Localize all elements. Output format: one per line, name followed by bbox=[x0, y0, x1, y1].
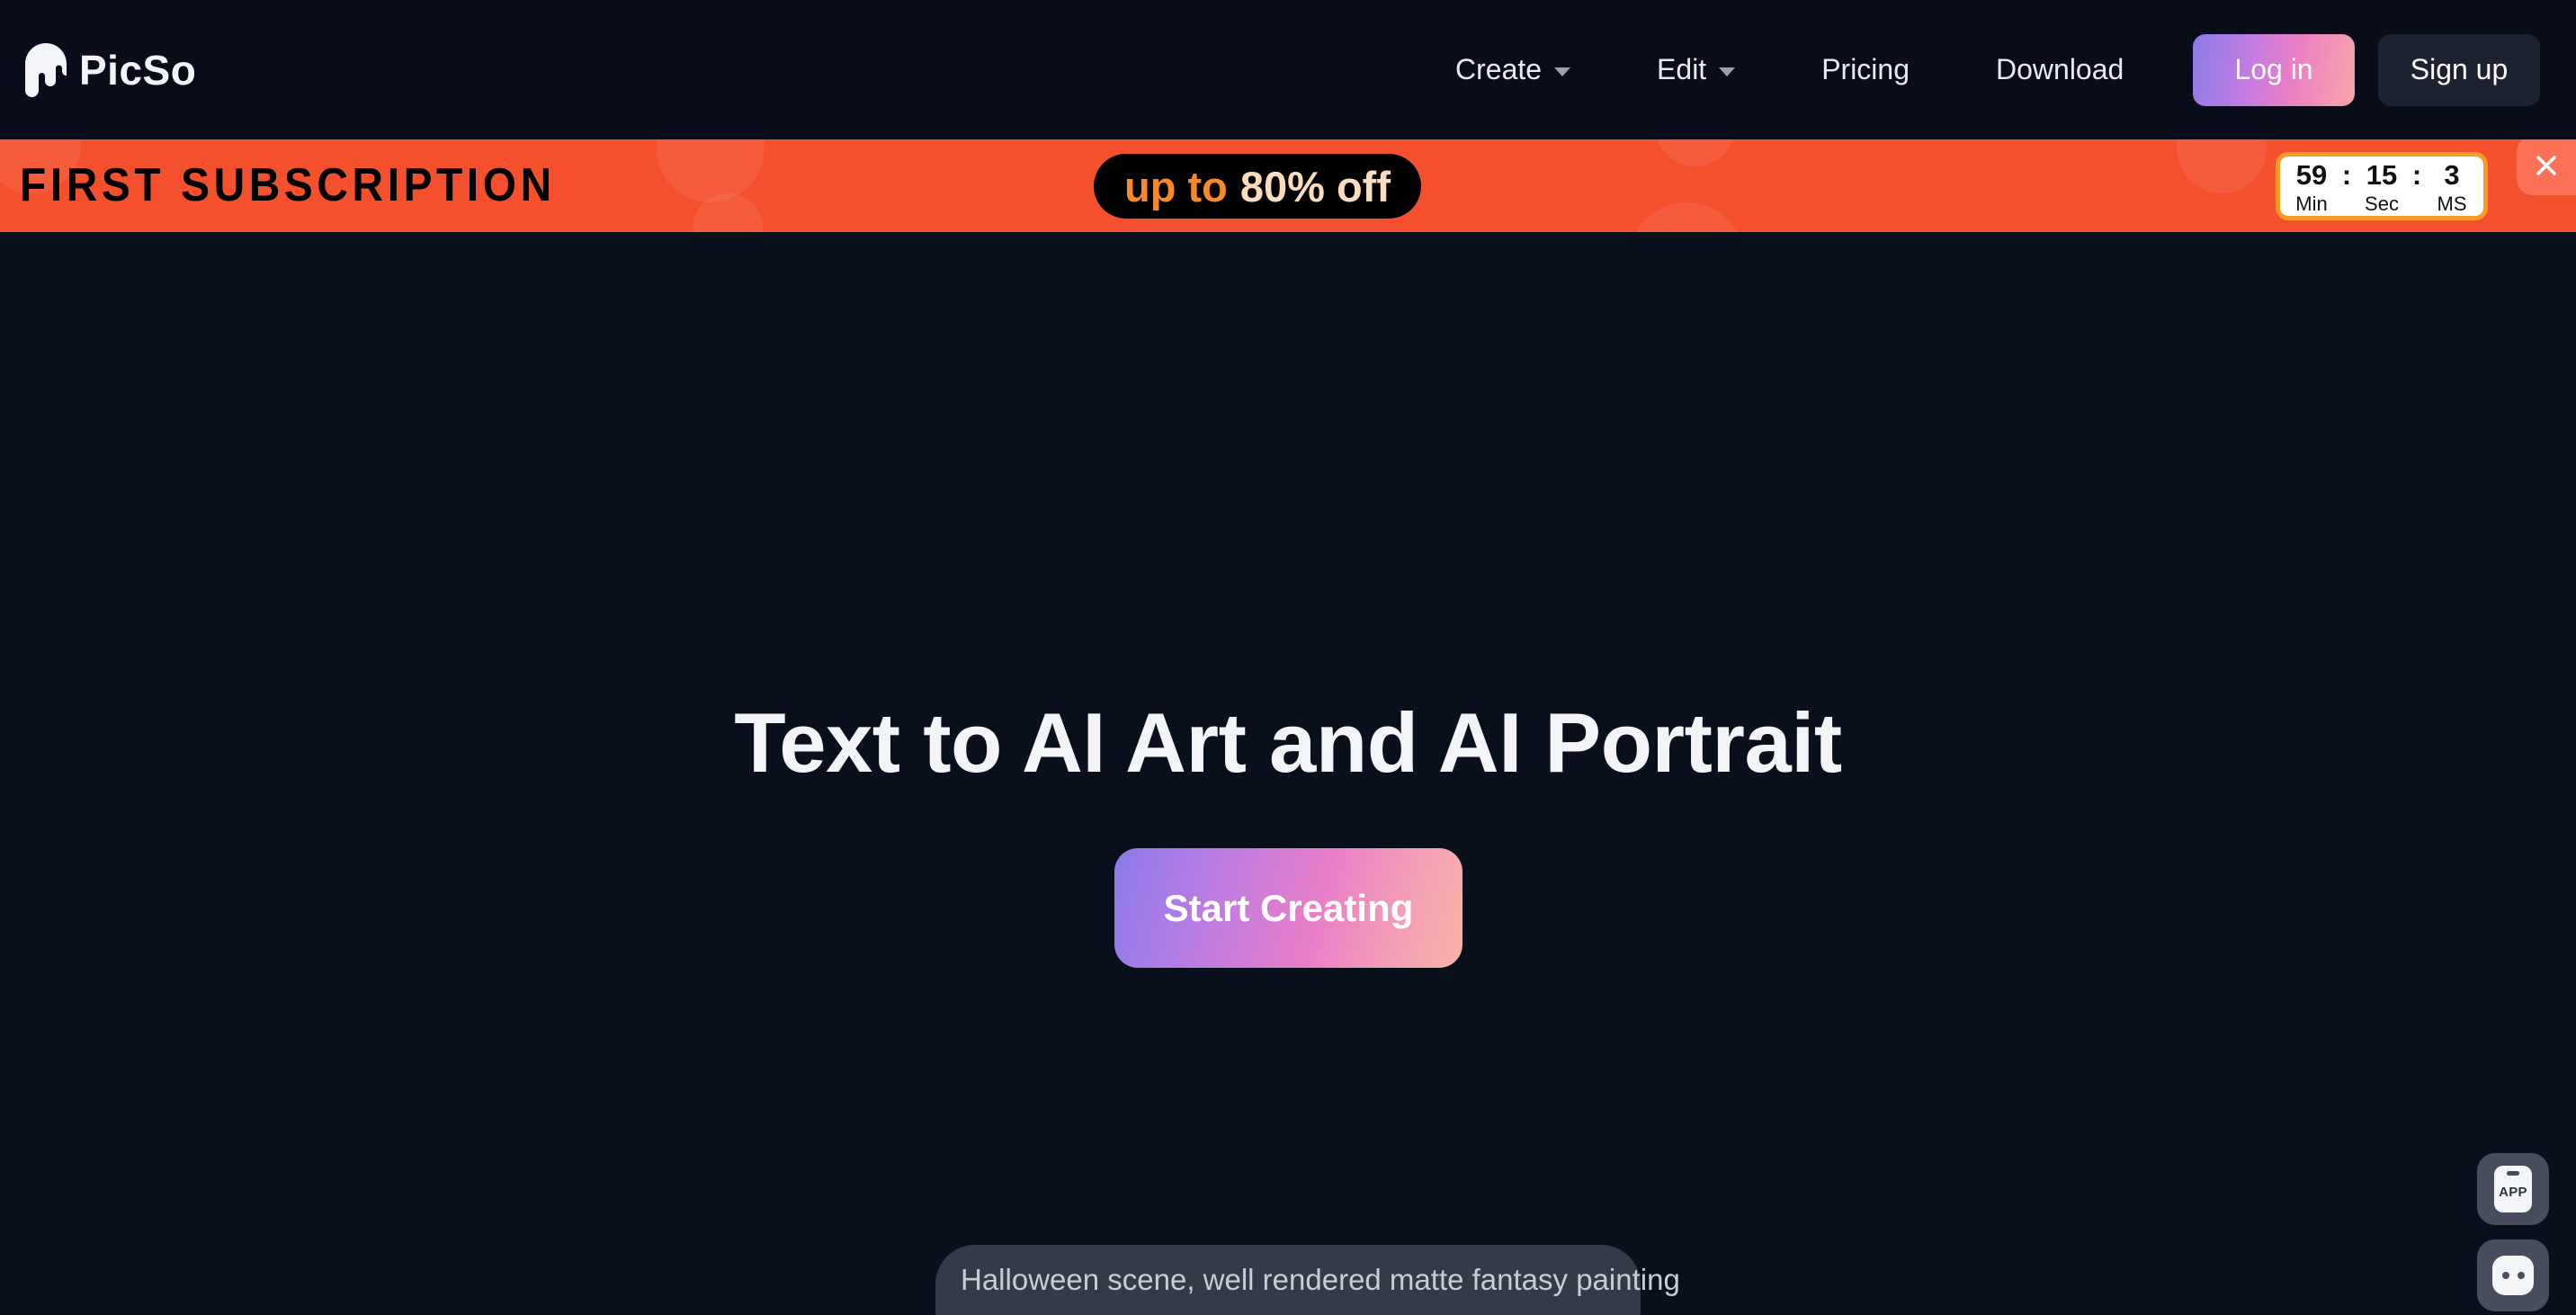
floating-action-stack: APP bbox=[2477, 1153, 2549, 1311]
countdown-values: 59 : 15 : 3 bbox=[2286, 161, 2477, 189]
close-icon bbox=[2536, 156, 2556, 175]
countdown-labels: Min Sec MS bbox=[2276, 192, 2487, 215]
nav-item-create[interactable]: Create bbox=[1437, 0, 1614, 139]
chat-support-button[interactable] bbox=[2477, 1239, 2549, 1311]
nav-label-pricing: Pricing bbox=[1821, 53, 1910, 85]
login-button[interactable]: Log in bbox=[2193, 33, 2355, 106]
hero-section: Text to AI Art and AI Portrait Start Cre… bbox=[0, 232, 2576, 1315]
paint-drip-icon bbox=[25, 42, 67, 97]
auth-actions: Log in Sign up bbox=[2193, 0, 2540, 139]
app-icon-label: APP bbox=[2499, 1185, 2527, 1200]
countdown-minutes: 59 bbox=[2295, 158, 2328, 191]
brand-name: PicSo bbox=[79, 46, 197, 94]
countdown-separator: : bbox=[2411, 158, 2422, 191]
countdown-timer: 59 : 15 : 3 Min Sec MS bbox=[2276, 152, 2488, 220]
decorative-circle bbox=[1655, 139, 1736, 166]
promo-discount-pill[interactable]: up to 80% off bbox=[1094, 154, 1421, 219]
nav-label-create: Create bbox=[1455, 53, 1543, 85]
chevron-down-icon bbox=[1554, 67, 1571, 76]
mobile-app-icon: APP bbox=[2494, 1166, 2532, 1212]
promo-banner: FIRST SUBSCRIPTION up to 80% off 59 : 15… bbox=[0, 139, 2576, 232]
brand-logo-link[interactable]: PicSo bbox=[25, 42, 197, 97]
nav-label-download: Download bbox=[1996, 53, 2124, 85]
main-navigation: Create Edit Pricing Download bbox=[1437, 0, 2167, 139]
nav-item-pricing[interactable]: Pricing bbox=[1778, 0, 1953, 139]
site-header: PicSo Create Edit Pricing Download Log i… bbox=[0, 0, 2576, 139]
decorative-circle bbox=[657, 139, 765, 202]
chevron-down-icon bbox=[1719, 67, 1736, 76]
signup-button[interactable]: Sign up bbox=[2378, 33, 2540, 106]
promo-close-button[interactable] bbox=[2517, 139, 2576, 195]
picso-landing-page: PicSo Create Edit Pricing Download Log i… bbox=[0, 0, 2576, 1315]
start-creating-button[interactable]: Start Creating bbox=[1114, 848, 1462, 968]
prompt-suggestion-chip[interactable]: Halloween scene, well rendered matte fan… bbox=[935, 1245, 1680, 1315]
chat-bubble-icon bbox=[2492, 1256, 2534, 1295]
nav-item-download[interactable]: Download bbox=[1953, 0, 2167, 139]
prompt-suggestion-text: Halloween scene, well rendered matte fan… bbox=[961, 1263, 1680, 1296]
decorative-circle bbox=[1628, 202, 1745, 232]
decorative-circle bbox=[2177, 139, 2267, 193]
nav-item-edit[interactable]: Edit bbox=[1614, 0, 1778, 139]
app-download-button[interactable]: APP bbox=[2477, 1153, 2549, 1225]
countdown-milliseconds: 3 bbox=[2444, 158, 2460, 191]
countdown-ms-label: MS bbox=[2437, 192, 2467, 215]
promo-pill-prefix: up to bbox=[1124, 162, 1228, 210]
countdown-seconds-label: Sec bbox=[2365, 192, 2399, 215]
promo-title: FIRST SUBSCRIPTION bbox=[20, 159, 556, 211]
promo-pill-discount: 80% off bbox=[1239, 162, 1391, 210]
hero-title: Text to AI Art and AI Portrait bbox=[734, 695, 1842, 790]
countdown-seconds: 15 bbox=[2366, 158, 2398, 191]
nav-label-edit: Edit bbox=[1657, 53, 1707, 85]
countdown-minutes-label: Min bbox=[2295, 192, 2328, 215]
countdown-separator: : bbox=[2341, 158, 2352, 191]
